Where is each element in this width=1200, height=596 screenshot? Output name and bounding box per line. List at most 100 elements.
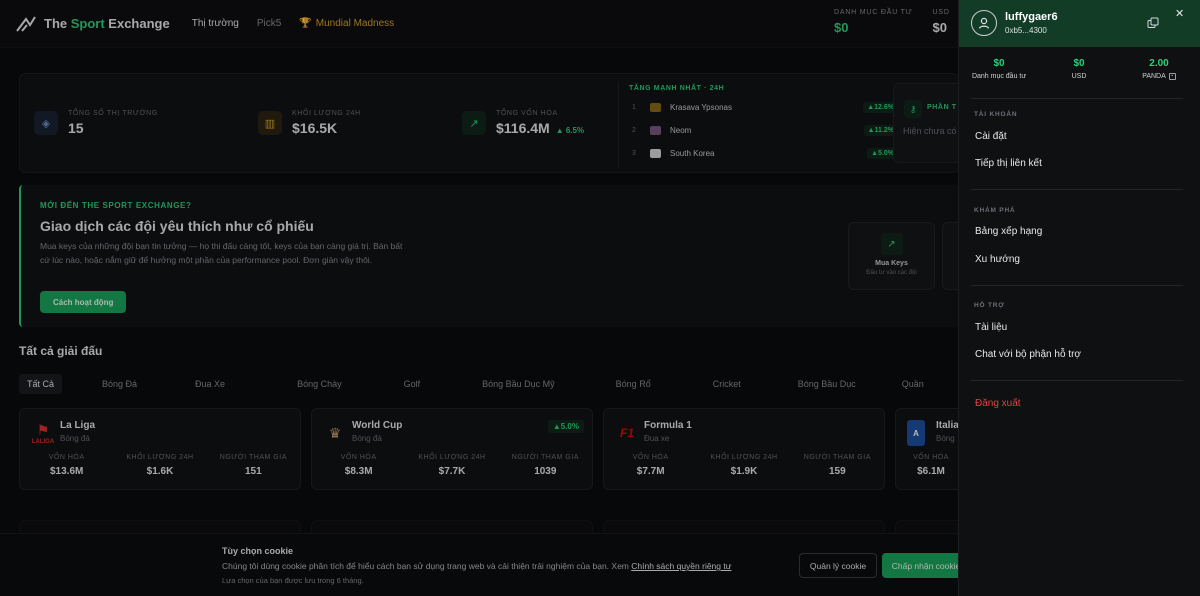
- metric-label: NGƯỜI THAM GIA: [219, 454, 287, 461]
- sport-filter-tabs: Tất Cả Bóng Đá Đua Xe Bóng Chày Golf Bón…: [19, 374, 932, 394]
- divider: [971, 189, 1183, 190]
- copy-icon[interactable]: [1147, 17, 1159, 29]
- metric-label: KHỐI LƯỢNG 24H: [710, 454, 778, 461]
- tournament-metrics: VỐN HÓA $6.1M: [896, 454, 966, 477]
- divider: [971, 98, 1183, 99]
- stat-market-cap: ↗ TỔNG VỐN HÓA $116.4M ▲ 6.5%: [462, 110, 584, 136]
- top-stat-label: USD: [932, 9, 950, 16]
- menu-item-support-chat[interactable]: Chat với bộ phận hỗ trợ: [975, 349, 1081, 360]
- balance-usd: $0 USD: [1039, 58, 1119, 80]
- account-drawer: luffygaer6 0xb5...4300 ✕ $0 Danh mục đầu…: [958, 0, 1200, 596]
- manage-cookies-button[interactable]: Quản lý cookie: [799, 553, 877, 578]
- tournament-sport: Bóng đá: [60, 434, 90, 443]
- nav-link-pick5[interactable]: Pick5: [257, 18, 281, 29]
- filter-tab-baseball[interactable]: Bóng Chày: [289, 374, 350, 394]
- close-icon[interactable]: ✕: [1175, 7, 1184, 20]
- metric-value: 1039: [534, 466, 557, 477]
- tournament-name: Formula 1: [644, 420, 692, 431]
- tournament-card-world-cup[interactable]: ♛ World Cup Bóng đá ▲5.0% VỐN HÓA $8.3M K…: [311, 408, 593, 490]
- buy-keys-card[interactable]: ↗ Mua Keys Đầu tư vào các đội: [848, 222, 935, 290]
- laliga-logo-icon: ⚑ LALIGA: [31, 420, 55, 446]
- tournament-card-formula-1[interactable]: F1 Formula 1 Đua xe VỐN HÓA $7.7M KHỐI LƯ…: [603, 408, 885, 490]
- menu-group-explore: KHÁM PHÁ: [974, 207, 1016, 214]
- balance-label: Danh mục đầu tư: [959, 73, 1039, 80]
- metric-value: $7.7M: [636, 466, 665, 477]
- metric-volume: KHỐI LƯỢNG 24H $1.6K: [113, 454, 206, 477]
- tournament-sport: Bóng: [936, 434, 955, 443]
- nav-link-mundial-madness[interactable]: 🏆 Mundial Madness: [299, 18, 394, 29]
- filter-tab-more[interactable]: Quần: [894, 374, 932, 394]
- metric-label: VỐN HÓA: [913, 454, 949, 461]
- cookie-banner: Tùy chọn cookie Chúng tôi dùng cookie ph…: [0, 533, 970, 596]
- tournament-metrics: VỐN HÓA $8.3M KHỐI LƯỢNG 24H $7.7K NGƯỜI T…: [312, 454, 592, 477]
- divider: [971, 380, 1183, 381]
- stat-label: KHỐI LƯỢNG 24H: [292, 110, 361, 117]
- stat-change: ▲ 6.5%: [555, 126, 585, 135]
- balance-panda: 2.00 PANDA ▪: [1119, 58, 1199, 80]
- key-icon: ⚷: [904, 100, 922, 118]
- rewards-card-title: PHẦN T: [927, 104, 957, 111]
- filter-tab-basketball[interactable]: Bóng Rổ: [608, 374, 659, 394]
- menu-group-support: HỖ TRỢ: [974, 302, 1005, 309]
- filter-tab-golf[interactable]: Golf: [396, 374, 429, 394]
- gainer-row[interactable]: 3 South Korea ▲5.0%: [629, 142, 900, 164]
- layers-icon: ◈: [34, 111, 58, 135]
- filter-tab-american-football[interactable]: Bóng Bầu Dục Mỹ: [474, 374, 563, 394]
- rewards-card: ⚷ PHẦN T Hiện chưa có thưởng.: [893, 83, 963, 163]
- market-stats-panel: ◈ TỔNG SỐ THỊ TRƯỜNG 15 ▥ KHỐI LƯỢNG 24H…: [19, 73, 959, 173]
- metric-label: VỐN HÓA: [340, 454, 377, 461]
- brand-logo[interactable]: The Sport Exchange: [16, 15, 170, 32]
- tournament-metrics: VỐN HÓA $13.6M KHỐI LƯỢNG 24H $1.6K NGƯỜI …: [20, 454, 300, 477]
- accept-cookies-button[interactable]: Chấp nhận cookie: [882, 553, 970, 578]
- privacy-policy-link[interactable]: Chính sách quyền riêng tư: [631, 561, 731, 571]
- top-stat-value: $0: [932, 20, 947, 35]
- avatar: [971, 10, 997, 36]
- menu-item-docs[interactable]: Tài liệu: [975, 322, 1007, 333]
- tournament-change-badge: ▲5.0%: [547, 420, 584, 433]
- metric-label: VỐN HÓA: [632, 454, 669, 461]
- metric-value: 159: [828, 466, 846, 477]
- filter-tab-football[interactable]: Bóng Đá: [94, 374, 145, 394]
- gainer-row[interactable]: 1 Krasava Ypsonas ▲12.6%: [629, 96, 900, 118]
- tournament-card-la-liga[interactable]: ⚑ LALIGA La Liga Bóng đá VỐN HÓA $13.6M KH…: [19, 408, 301, 490]
- drawer-balances: $0 Danh mục đầu tư $0 USD 2.00 PANDA ▪: [959, 58, 1200, 80]
- team-crest-icon: [650, 125, 661, 135]
- top-stat-portfolio: DANH MỤC ĐẦU TƯ $0: [834, 9, 913, 35]
- cookie-text-body: Chúng tôi dùng cookie phân tích để hiểu …: [222, 561, 632, 571]
- info-icon[interactable]: ▪: [1168, 73, 1176, 80]
- menu-item-leaderboard[interactable]: Bảng xếp hạng: [975, 226, 1042, 237]
- filter-tab-cricket[interactable]: Cricket: [705, 374, 749, 394]
- world-cup-trophy-icon: ♛: [328, 424, 342, 441]
- onboarding-hero: MỚI ĐẾN THE SPORT EXCHANGE? Giao dịch cá…: [19, 185, 962, 327]
- metric-value: $1.6K: [146, 466, 174, 477]
- metric-value: $7.7K: [438, 466, 466, 477]
- menu-item-affiliate[interactable]: Tiếp thị liên kết: [975, 158, 1042, 169]
- metric-value: $1.9K: [730, 466, 758, 477]
- stat-value: 15: [68, 120, 158, 136]
- gainer-rank: 3: [632, 149, 636, 157]
- how-it-works-button[interactable]: Cách hoạt động: [40, 291, 127, 313]
- filter-tab-racing[interactable]: Đua Xe: [187, 374, 233, 394]
- gainer-rank: 1: [632, 103, 636, 111]
- cookie-subtext: Lựa chọn của bạn được lưu trong 6 tháng.: [222, 576, 364, 585]
- metric-market-cap: VỐN HÓA $8.3M: [312, 454, 405, 477]
- menu-item-settings[interactable]: Cài đặt: [975, 131, 1007, 142]
- balance-value: 2.00: [1149, 58, 1169, 69]
- gainer-row[interactable]: 2 Neom ▲11.2%: [629, 119, 900, 141]
- tournament-name: Italia: [936, 420, 959, 431]
- trophy-icon: 🏆: [299, 18, 312, 29]
- metric-participants: NGƯỜI THAM GIA 159: [791, 454, 884, 477]
- balance-value: $0: [993, 58, 1005, 69]
- buy-keys-title: Mua Keys: [875, 260, 908, 267]
- stat-number: 15: [68, 120, 84, 136]
- menu-item-trends[interactable]: Xu hướng: [975, 254, 1020, 265]
- stat-value: $16.5K: [292, 120, 361, 136]
- logout-button[interactable]: Đăng xuất: [975, 398, 1021, 409]
- laliga-mark-icon: ⚑: [36, 421, 50, 438]
- nav-link-markets[interactable]: Thị trường: [192, 18, 239, 29]
- filter-tab-rugby[interactable]: Bóng Bầu Dục: [790, 374, 864, 394]
- filter-tab-all[interactable]: Tất Cả: [19, 374, 63, 394]
- cookie-title: Tùy chọn cookie: [222, 546, 294, 556]
- trending-up-icon: ↗: [880, 233, 903, 255]
- balance-label-text: PANDA: [1142, 73, 1166, 80]
